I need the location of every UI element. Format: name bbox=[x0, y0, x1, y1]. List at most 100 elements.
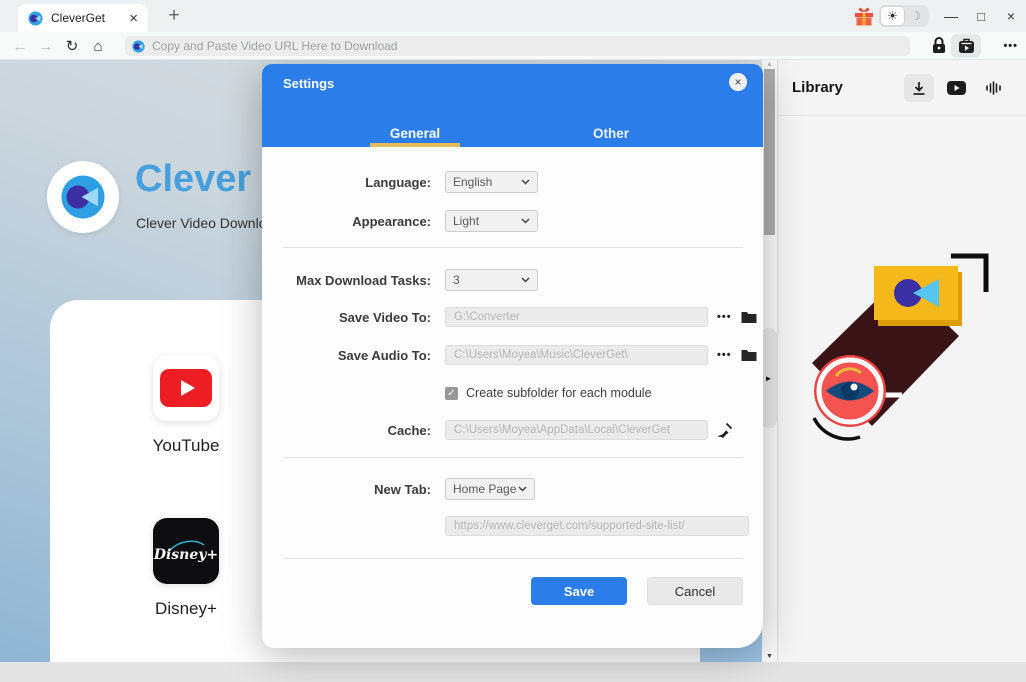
new-tab-button[interactable]: + bbox=[162, 4, 186, 28]
home-icon[interactable]: ⌂ bbox=[86, 32, 110, 60]
dialog-close-button[interactable]: × bbox=[729, 73, 747, 91]
active-tab-underline bbox=[370, 143, 460, 147]
max-tasks-select[interactable]: 3 bbox=[445, 269, 538, 291]
brand-subtitle: Clever Video Downlo bbox=[136, 215, 266, 231]
close-window-button[interactable]: × bbox=[996, 0, 1026, 32]
section-divider bbox=[283, 558, 743, 559]
url-bar[interactable] bbox=[125, 36, 910, 56]
cache-input[interactable] bbox=[445, 420, 708, 440]
reload-icon[interactable]: ↻ bbox=[60, 32, 84, 60]
youtube-tile[interactable] bbox=[153, 355, 219, 421]
tab-general[interactable]: General bbox=[355, 126, 475, 141]
disney-tile[interactable]: Disney+ bbox=[153, 518, 219, 584]
cleverget-url-icon bbox=[132, 40, 145, 53]
tab-title: CleverGet bbox=[51, 11, 129, 25]
chevron-down-icon bbox=[518, 486, 527, 492]
maximize-button[interactable]: □ bbox=[966, 0, 996, 32]
max-tasks-label: Max Download Tasks: bbox=[283, 273, 431, 288]
new-tab-url-input[interactable] bbox=[445, 516, 749, 536]
video-library-icon bbox=[958, 38, 975, 54]
browse-audio-icon[interactable]: ••• bbox=[717, 349, 732, 361]
dialog-title: Settings bbox=[283, 76, 334, 91]
forward-icon[interactable]: → bbox=[34, 32, 58, 60]
tab-other[interactable]: Other bbox=[551, 126, 671, 141]
section-divider bbox=[283, 457, 743, 458]
empty-library-illustration bbox=[796, 248, 1006, 478]
save-audio-row: Save Audio To: ••• bbox=[283, 345, 757, 365]
downloaded-videos-button[interactable] bbox=[941, 74, 971, 102]
light-mode-icon[interactable]: ☀ bbox=[881, 7, 904, 25]
close-icon: × bbox=[734, 75, 741, 89]
max-tasks-value: 3 bbox=[453, 273, 521, 287]
new-tab-value: Home Page bbox=[453, 482, 518, 496]
language-select[interactable]: English bbox=[445, 171, 538, 193]
library-title: Library bbox=[792, 79, 843, 96]
browser-tab[interactable]: CleverGet × bbox=[18, 4, 148, 32]
language-label: Language: bbox=[283, 175, 431, 190]
new-tab-row: New Tab: Home Page bbox=[283, 478, 535, 500]
cleverget-logo-icon bbox=[28, 11, 43, 26]
save-video-input[interactable] bbox=[445, 307, 708, 327]
open-video-folder-icon[interactable] bbox=[741, 311, 757, 324]
youtube-icon bbox=[160, 369, 212, 407]
browse-video-icon[interactable]: ••• bbox=[717, 311, 732, 323]
url-input[interactable] bbox=[152, 39, 903, 53]
dark-mode-icon[interactable]: ☽ bbox=[904, 7, 927, 25]
appearance-row: Appearance: Light bbox=[283, 210, 538, 232]
clear-cache-icon[interactable] bbox=[717, 422, 733, 438]
save-video-label: Save Video To: bbox=[283, 310, 431, 325]
download-icon bbox=[912, 81, 926, 96]
library-divider bbox=[778, 115, 1026, 116]
cancel-button[interactable]: Cancel bbox=[647, 577, 743, 605]
back-icon[interactable]: ← bbox=[8, 32, 32, 60]
new-tab-url-row bbox=[283, 516, 749, 536]
bottom-strip bbox=[0, 662, 1026, 682]
scrollbar-thumb[interactable] bbox=[764, 69, 775, 235]
downloading-tab-button[interactable] bbox=[904, 74, 934, 102]
language-row: Language: English bbox=[283, 171, 538, 193]
new-tab-select[interactable]: Home Page bbox=[445, 478, 535, 500]
window-controls: — □ × bbox=[936, 0, 1026, 32]
save-button[interactable]: Save bbox=[531, 577, 627, 605]
tab-bar: CleverGet × + ☀ ☽ — □ × bbox=[0, 0, 1026, 32]
downloaded-audio-button[interactable] bbox=[978, 74, 1008, 102]
save-video-row: Save Video To: ••• bbox=[283, 307, 757, 327]
waveform-icon bbox=[985, 81, 1002, 95]
new-tab-label: New Tab: bbox=[283, 482, 431, 497]
brand-title: Clever bbox=[135, 158, 251, 201]
disney-logo-text: Disney+ bbox=[154, 547, 218, 563]
panel-arrow-icon: ► bbox=[765, 374, 773, 383]
gift-icon[interactable] bbox=[854, 7, 874, 26]
close-tab-icon[interactable]: × bbox=[129, 11, 138, 26]
disney-label[interactable]: Disney+ bbox=[106, 599, 266, 619]
theme-toggle[interactable]: ☀ ☽ bbox=[879, 5, 929, 27]
scroll-up-icon[interactable]: ▲ bbox=[762, 61, 777, 68]
cache-label: Cache: bbox=[283, 423, 431, 438]
main-area: Clever Clever Video Downlo YouTube Disne… bbox=[0, 60, 1026, 682]
more-menu-icon[interactable]: ••• bbox=[1003, 36, 1018, 56]
youtube-label[interactable]: YouTube bbox=[106, 436, 266, 456]
minimize-button[interactable]: — bbox=[936, 0, 966, 32]
max-tasks-row: Max Download Tasks: 3 bbox=[283, 269, 538, 291]
open-audio-folder-icon[interactable] bbox=[741, 349, 757, 362]
save-audio-input[interactable] bbox=[445, 345, 708, 365]
settings-dialog: Settings × General Other Language: Engli… bbox=[262, 64, 763, 648]
cleverget-brand-logo bbox=[47, 161, 119, 233]
check-icon: ✓ bbox=[447, 388, 455, 399]
appearance-select[interactable]: Light bbox=[445, 210, 538, 232]
chevron-down-icon bbox=[521, 277, 530, 283]
appearance-label: Appearance: bbox=[283, 214, 431, 229]
cache-row: Cache: bbox=[283, 420, 733, 440]
subfolder-checkbox[interactable]: ✓ bbox=[445, 387, 458, 400]
library-toggle-button[interactable] bbox=[951, 34, 981, 58]
section-divider bbox=[283, 247, 743, 248]
save-audio-label: Save Audio To: bbox=[283, 348, 431, 363]
settings-dialog-header: Settings × General Other bbox=[262, 64, 763, 147]
subfolder-label: Create subfolder for each module bbox=[466, 386, 652, 400]
appearance-value: Light bbox=[453, 214, 521, 228]
subfolder-row: ✓ Create subfolder for each module bbox=[445, 386, 652, 400]
lock-icon[interactable] bbox=[932, 37, 946, 59]
chevron-down-icon bbox=[521, 218, 530, 224]
video-icon bbox=[947, 81, 966, 95]
scroll-down-icon[interactable]: ▼ bbox=[762, 653, 777, 660]
